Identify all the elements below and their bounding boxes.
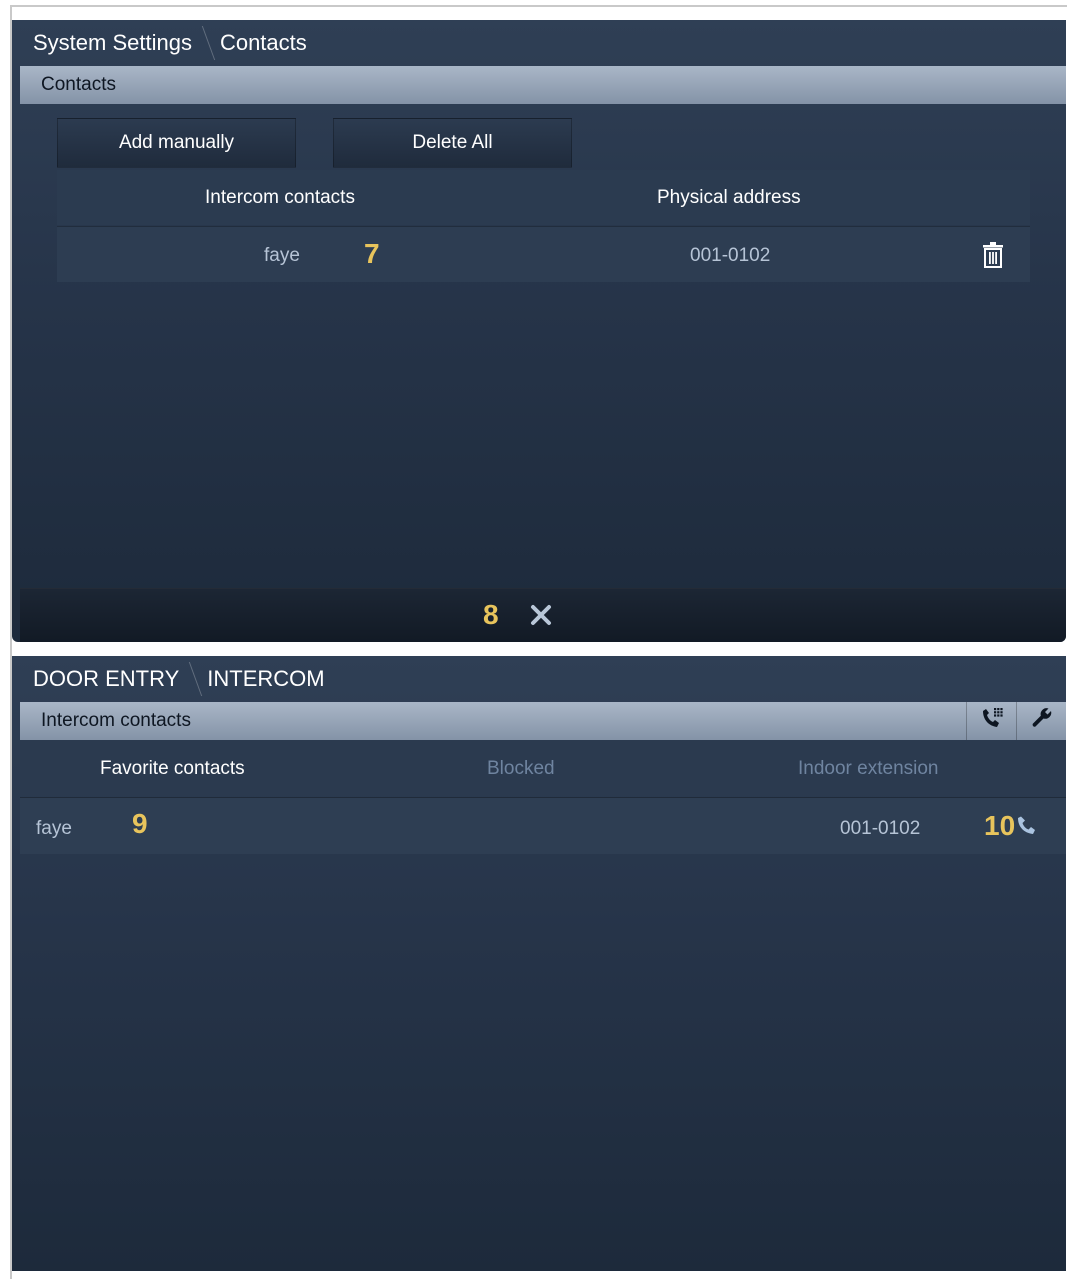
tab-bar: Favorite contacts Blocked Indoor extensi… xyxy=(20,740,1066,796)
annotation-8: 8 xyxy=(483,599,499,630)
annotation-10: 10 xyxy=(984,810,1016,841)
list-item[interactable]: faye 001-0102 xyxy=(20,797,1066,854)
tab-favorite-contacts[interactable]: Favorite contacts xyxy=(100,758,245,780)
breadcrumb-contacts[interactable]: Contacts xyxy=(220,30,307,56)
delete-all-button[interactable]: Delete All xyxy=(333,118,572,168)
table-header: Intercom contacts Physical address xyxy=(57,170,1030,225)
settings-button[interactable] xyxy=(1016,702,1066,740)
contact-name: faye xyxy=(36,818,72,839)
contacts-settings-screen: System Settings Contacts Contacts Add ma… xyxy=(12,20,1066,642)
breadcrumb-intercom[interactable]: INTERCOM xyxy=(207,666,324,692)
breadcrumb-separator xyxy=(198,20,212,66)
annotation-9: 9 xyxy=(132,808,148,839)
add-manually-button[interactable]: Add manually xyxy=(57,118,296,168)
wrench-icon xyxy=(1031,707,1053,735)
contact-name: faye xyxy=(264,245,300,266)
frame-top-line xyxy=(10,5,1067,7)
contact-address: 001-0102 xyxy=(840,818,921,839)
tab-indoor-extension[interactable]: Indoor extension xyxy=(798,758,939,780)
phone-dialpad-button[interactable] xyxy=(966,702,1016,740)
breadcrumb-door-entry[interactable]: DOOR ENTRY xyxy=(33,666,179,692)
column-header-intercom-contacts: Intercom contacts xyxy=(205,187,355,208)
section-title: Contacts xyxy=(41,74,116,95)
section-title-bar: Intercom contacts xyxy=(20,702,1066,740)
breadcrumb-separator xyxy=(185,656,199,702)
section-title: Intercom contacts xyxy=(41,710,191,731)
annotation-7: 7 xyxy=(364,238,380,269)
intercom-screen: DOOR ENTRY INTERCOM Intercom contacts Fa… xyxy=(12,656,1066,1271)
section-title-bar: Contacts xyxy=(20,66,1066,104)
delete-all-label: Delete All xyxy=(412,132,493,153)
table-row[interactable]: faye 001-0102 xyxy=(57,226,1030,282)
breadcrumb-system-settings[interactable]: System Settings xyxy=(33,30,192,56)
tab-blocked[interactable]: Blocked xyxy=(487,758,555,780)
breadcrumb: System Settings Contacts xyxy=(12,20,307,66)
trash-icon[interactable] xyxy=(982,242,1004,274)
contact-address: 001-0102 xyxy=(690,245,771,266)
bottom-bar: 8 xyxy=(20,588,1066,642)
column-header-physical-address: Physical address xyxy=(657,187,801,208)
phone-dialpad-icon xyxy=(980,707,1004,735)
phone-icon[interactable] xyxy=(1015,815,1037,843)
close-icon[interactable] xyxy=(530,604,552,631)
add-manually-label: Add manually xyxy=(118,132,235,153)
breadcrumb: DOOR ENTRY INTERCOM xyxy=(12,656,325,702)
